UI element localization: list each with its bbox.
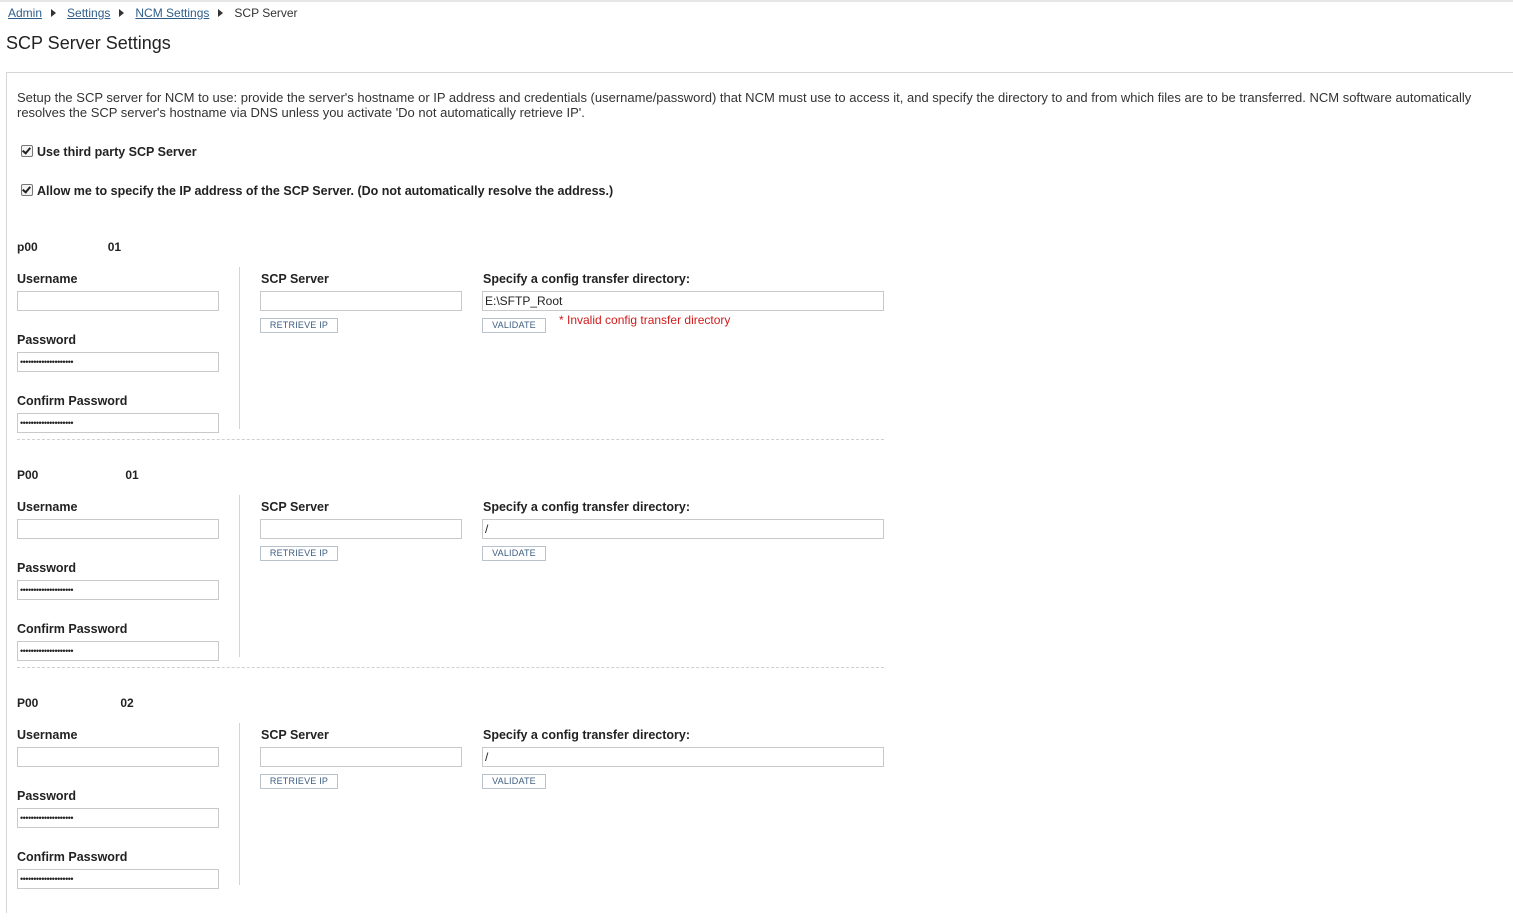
confirm-password-input[interactable]: ••••••••••••••••••••: [17, 413, 219, 433]
third-party-checkbox-row[interactable]: Use third party SCP Server: [21, 145, 197, 159]
directory-input[interactable]: [482, 519, 884, 539]
breadcrumb: Admin Settings NCM Settings SCP Server: [8, 6, 298, 20]
retrieve-ip-button[interactable]: RETRIEVE IP: [260, 774, 338, 789]
server-section: P00 02 Username Password ••••••••••••••••…: [0, 695, 900, 923]
confirm-password-label: Confirm Password: [17, 622, 128, 636]
directory-input[interactable]: [482, 747, 884, 767]
confirm-password-input[interactable]: ••••••••••••••••••••: [17, 641, 219, 661]
password-label: Password: [17, 789, 77, 803]
scp-server-label: SCP Server: [261, 500, 329, 514]
breadcrumb-current: SCP Server: [234, 6, 298, 20]
validate-button[interactable]: VALIDATE: [482, 774, 546, 789]
password-input[interactable]: ••••••••••••••••••••: [17, 352, 219, 372]
scp-server-label: SCP Server: [261, 272, 329, 286]
server-name: p00 01: [17, 239, 122, 254]
breadcrumb-arrow-icon: [51, 9, 57, 17]
breadcrumb-settings-link[interactable]: Settings: [67, 6, 110, 20]
breadcrumb-admin-link[interactable]: Admin: [8, 6, 42, 20]
description-text: Setup the SCP server for NCM to use: pro…: [17, 90, 1472, 120]
username-label: Username: [17, 500, 78, 514]
password-label: Password: [17, 333, 77, 347]
directory-label: Specify a config transfer directory:: [483, 272, 691, 286]
column-divider: [239, 723, 240, 885]
scp-server-input[interactable]: [260, 291, 462, 311]
retrieve-ip-button[interactable]: RETRIEVE IP: [260, 318, 338, 333]
password-input[interactable]: ••••••••••••••••••••: [17, 808, 219, 828]
breadcrumb-ncm-settings-link[interactable]: NCM Settings: [135, 6, 209, 20]
password-label: Password: [17, 561, 77, 575]
confirm-password-label: Confirm Password: [17, 850, 128, 864]
username-input[interactable]: [17, 519, 219, 539]
server-section: p00 01 Username Password ••••••••••••••••…: [0, 239, 900, 467]
third-party-checkbox[interactable]: [21, 145, 33, 157]
section-divider: [17, 667, 884, 668]
directory-error-message: * Invalid config transfer directory: [559, 313, 731, 327]
column-divider: [239, 267, 240, 429]
section-divider: [17, 439, 884, 440]
column-divider: [239, 495, 240, 657]
top-border: [0, 0, 1513, 2]
breadcrumb-arrow-icon: [218, 9, 224, 17]
username-input[interactable]: [17, 747, 219, 767]
username-input[interactable]: [17, 291, 219, 311]
third-party-label: Use third party SCP Server: [37, 145, 197, 159]
specify-ip-label: Allow me to specify the IP address of th…: [37, 184, 614, 198]
directory-input[interactable]: [482, 291, 884, 311]
page-title: SCP Server Settings: [6, 33, 171, 53]
retrieve-ip-button[interactable]: RETRIEVE IP: [260, 546, 338, 561]
breadcrumb-arrow-icon: [119, 9, 125, 17]
specify-ip-checkbox-row[interactable]: Allow me to specify the IP address of th…: [21, 184, 613, 198]
confirm-password-label: Confirm Password: [17, 394, 128, 408]
username-label: Username: [17, 272, 78, 286]
username-label: Username: [17, 728, 78, 742]
confirm-password-input[interactable]: ••••••••••••••••••••: [17, 869, 219, 889]
scp-server-input[interactable]: [260, 747, 462, 767]
password-input[interactable]: ••••••••••••••••••••: [17, 580, 219, 600]
specify-ip-checkbox[interactable]: [21, 184, 33, 196]
server-section: P00 01 Username Password ••••••••••••••••…: [0, 467, 900, 695]
validate-button[interactable]: VALIDATE: [482, 318, 546, 333]
server-name: P00 01: [17, 467, 139, 482]
server-name: P00 02: [17, 695, 134, 710]
directory-label: Specify a config transfer directory:: [483, 728, 691, 742]
validate-button[interactable]: VALIDATE: [482, 546, 546, 561]
scp-server-label: SCP Server: [261, 728, 329, 742]
scp-server-input[interactable]: [260, 519, 462, 539]
directory-label: Specify a config transfer directory:: [483, 500, 691, 514]
